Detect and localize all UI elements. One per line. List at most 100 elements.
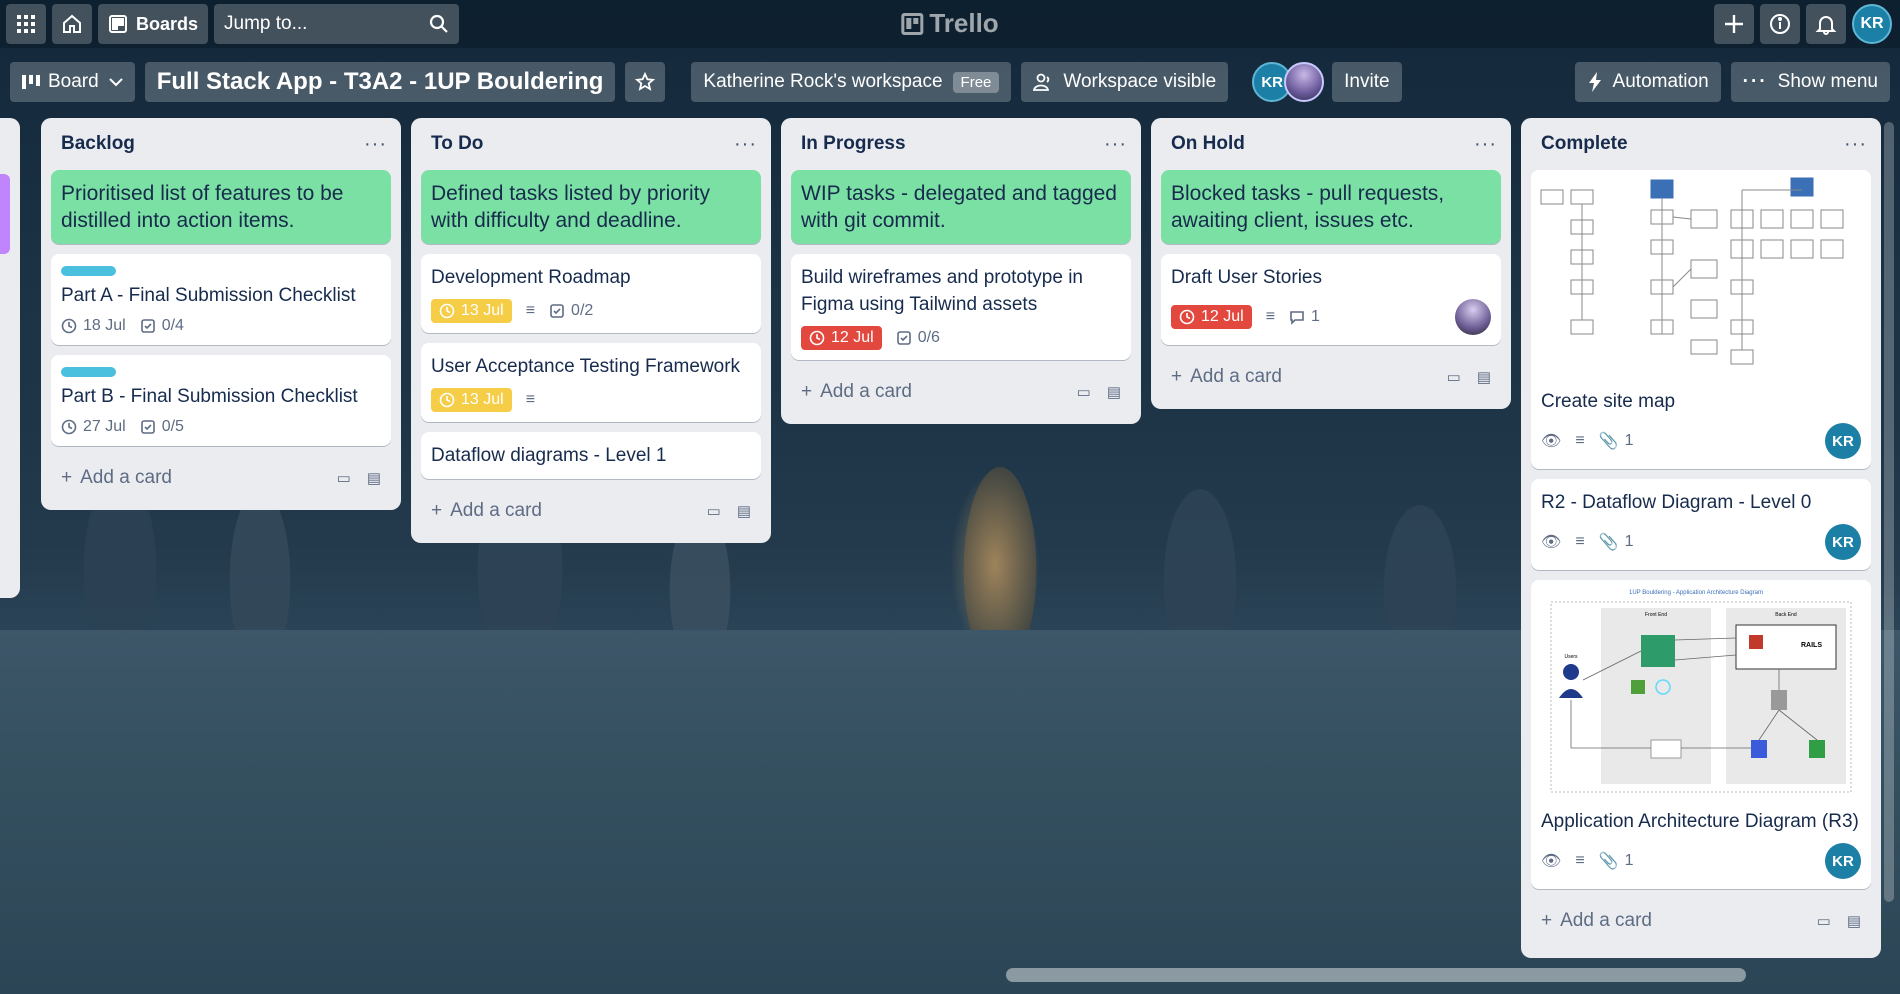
due-date-badge[interactable]: 18 Jul [61,317,126,335]
card-development-roadmap[interactable]: Development Roadmap 13 Jul ≡ 0/2 [421,254,761,333]
card-site-map[interactable]: Create site map 👁 ≡ 📎 1 KR [1531,170,1871,469]
list-description-card[interactable]: Defined tasks listed by priority with di… [421,170,761,244]
list-menu-icon[interactable]: ··· [1104,133,1127,156]
add-card-button[interactable]: + Add a card [1541,910,1652,932]
label-blue[interactable] [61,367,116,377]
app-switcher-button[interactable] [6,4,46,44]
list-scrollbar[interactable] [1884,122,1894,902]
video-icon[interactable]: ▭ [1077,383,1091,401]
description-icon: ≡ [1575,852,1585,869]
add-card-button[interactable]: + Add a card [431,500,542,522]
list-title[interactable]: Backlog [61,133,135,155]
add-card-button[interactable]: + Add a card [1171,366,1282,388]
add-card-button[interactable]: + Add a card [61,467,172,489]
plan-badge: Free [952,71,1000,93]
automation-button[interactable]: Automation [1574,62,1721,102]
card-member-avatar[interactable] [1455,299,1491,335]
ellipsis-icon: ··· [1742,71,1768,92]
template-icon[interactable]: ▤ [1477,368,1491,386]
attachment-count: 1 [1624,432,1634,449]
boards-button[interactable]: Boards [98,4,209,44]
card-part-a[interactable]: Part A - Final Submission Checklist 18 J… [51,254,391,345]
chevron-down-icon [108,78,123,87]
card-part-b[interactable]: Part B - Final Submission Checklist 27 J… [51,355,391,446]
card-member-avatar[interactable]: KR [1825,423,1861,459]
attachments-badge: 📎 1 [1599,532,1634,552]
list-menu-icon[interactable]: ··· [1844,133,1867,156]
card-uat-framework[interactable]: User Acceptance Testing Framework 13 Jul… [421,343,761,422]
cover-users: Users [1564,654,1578,660]
card-dataflow-level-1[interactable]: Dataflow diagrams - Level 1 [421,432,761,479]
workspace-button[interactable]: Katherine Rock's workspace Free [691,62,1012,102]
clock-icon [439,392,455,408]
user-avatar[interactable]: KR [1852,4,1892,44]
list-menu-icon[interactable]: ··· [364,133,387,156]
visibility-button[interactable]: Workspace visible [1021,62,1229,102]
card-title: Draft User Stories [1171,267,1322,288]
cover-heading: 1UP Bouldering - Application Architectur… [1629,590,1763,596]
list-title[interactable]: Complete [1541,133,1628,155]
video-icon[interactable]: ▭ [1817,912,1831,930]
video-icon[interactable]: ▭ [1447,368,1461,386]
checklist-count: 0/2 [571,302,594,319]
home-button[interactable] [52,4,92,44]
list-title[interactable]: On Hold [1171,133,1245,155]
info-button[interactable] [1760,4,1800,44]
notifications-button[interactable] [1806,4,1846,44]
template-icon[interactable]: ▤ [737,502,751,520]
invite-button[interactable]: Invite [1332,62,1402,102]
list-title[interactable]: To Do [431,133,483,155]
create-button[interactable] [1714,4,1754,44]
svg-text:RAILS: RAILS [1801,642,1822,649]
paperclip-icon: 📎 [1598,853,1619,870]
due-date-badge[interactable]: 27 Jul [61,418,126,436]
card-title: Dataflow diagrams - Level 1 [431,445,667,466]
trello-logo[interactable]: Trello [901,8,999,39]
logo-text: Trello [929,8,999,38]
due-date-badge[interactable]: 12 Jul [1171,305,1252,329]
list-menu-icon[interactable]: ··· [1474,133,1497,156]
card-dataflow-level-0[interactable]: R2 - Dataflow Diagram - Level 0 👁 ≡ 📎 1 … [1531,479,1871,570]
template-icon[interactable]: ▤ [367,469,381,487]
due-date-badge[interactable]: 13 Jul [431,388,512,412]
jump-to-search[interactable]: Jump to... [214,4,460,44]
card-wireframes[interactable]: Build wireframes and prototype in Figma … [791,254,1131,360]
video-icon[interactable]: ▭ [707,502,721,520]
template-icon[interactable]: ▤ [1107,383,1121,401]
show-menu-button[interactable]: ··· Show menu [1730,62,1890,102]
card-title: Build wireframes and prototype in Figma … [801,267,1083,315]
list-description-card[interactable]: Blocked tasks - pull requests, awaiting … [1161,170,1501,244]
list-menu-icon[interactable]: ··· [734,133,757,156]
board-header: Board Full Stack App - T3A2 - 1UP Boulde… [10,60,1890,104]
jump-placeholder: Jump to... [224,13,308,34]
clock-icon [61,318,77,334]
template-icon[interactable]: ▤ [1847,912,1861,930]
checklist-count: 0/4 [161,317,184,334]
view-switcher-button[interactable]: Board [10,62,135,102]
attachment-count: 1 [1624,533,1634,550]
list-description-card[interactable]: WIP tasks - delegated and tagged with gi… [791,170,1131,244]
list-description-card[interactable]: Prioritised list of features to be disti… [51,170,391,244]
list-title[interactable]: In Progress [801,133,906,155]
label-blue[interactable] [61,266,116,276]
comment-count: 1 [1311,308,1320,325]
clock-icon [1179,309,1195,325]
video-icon[interactable]: ▭ [337,469,351,487]
card-member-avatar[interactable]: KR [1825,843,1861,879]
star-button[interactable] [625,62,666,102]
due-date-badge[interactable]: 12 Jul [801,326,882,350]
horizontal-scrollbar[interactable] [1006,968,1746,982]
grid-icon [17,15,35,33]
card-draft-user-stories[interactable]: Draft User Stories 12 Jul ≡ 1 [1161,254,1501,345]
cover-back-end: Back End [1775,612,1797,618]
member-avatar-image[interactable] [1284,62,1325,102]
add-card-row: + Add a card ▭ ▤ [51,456,391,500]
due-date-badge[interactable]: 13 Jul [431,299,512,323]
description-icon: ≡ [525,302,536,319]
board-title[interactable]: Full Stack App - T3A2 - 1UP Bouldering [144,62,616,102]
watching-icon: 👁 [1541,853,1562,870]
card-architecture-diagram[interactable]: 1UP Bouldering - Application Architectur… [1531,580,1871,889]
card-member-avatar[interactable]: KR [1825,524,1861,560]
add-card-button[interactable]: + Add a card [801,381,912,403]
add-card-row: + Add a card ▭ ▤ [1161,355,1501,399]
